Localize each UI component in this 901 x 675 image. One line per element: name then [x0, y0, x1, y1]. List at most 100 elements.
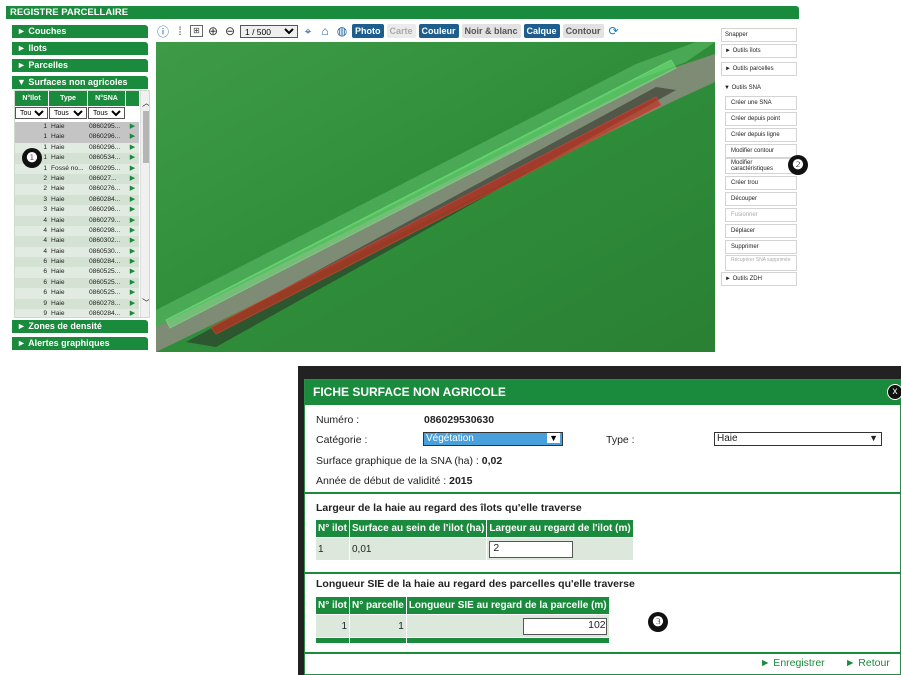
deplacer-button[interactable]: Déplacer	[725, 224, 797, 238]
scale-icon[interactable]: ⊞	[190, 25, 203, 37]
header-sna[interactable]: N°SNA	[88, 91, 126, 106]
refresh-icon[interactable]: ⟳	[607, 24, 621, 38]
table-row[interactable]: 9 Haie 0860284... ▶	[15, 309, 139, 317]
map-view[interactable]	[156, 42, 715, 352]
play-icon[interactable]: ▶	[126, 288, 139, 298]
play-icon[interactable]: ▶	[126, 236, 139, 246]
globe-icon[interactable]: ◍	[335, 24, 349, 38]
enregistrer-link[interactable]: ► Enregistrer	[760, 657, 825, 669]
measure-icon[interactable]: ⁞	[173, 24, 187, 38]
play-icon[interactable]: ▶	[126, 153, 139, 163]
photo-button[interactable]: Photo	[352, 24, 384, 38]
play-icon[interactable]: ▶	[126, 226, 139, 236]
contour-button[interactable]: Contour	[562, 24, 604, 38]
close-icon[interactable]: x	[887, 384, 901, 400]
filter-sna[interactable]: Tous	[88, 107, 125, 119]
snapper-button[interactable]: Snapper	[721, 28, 797, 42]
outils-zdh-toggle[interactable]: ► Outils ZDH	[721, 272, 797, 286]
sna-table: N°Ilot Type N°SNA Tous Tous Tous 1 Haie 08…	[14, 90, 150, 318]
largeur-cell-input: 2	[487, 538, 633, 560]
section-parcelles[interactable]: ► Parcelles	[12, 59, 148, 72]
recuperer-sna-button[interactable]: Récupérer SNA supprimée	[725, 255, 797, 271]
sna-filters: Tous Tous Tous	[15, 107, 139, 120]
play-icon[interactable]: ▶	[126, 267, 139, 277]
table-row[interactable]: 3 Haie 0860296... ▶	[15, 205, 139, 216]
calque-button[interactable]: Calque	[523, 24, 560, 38]
cell-sna: 0860295...	[89, 123, 121, 130]
play-icon[interactable]: ▶	[126, 195, 139, 205]
creer-ligne-button[interactable]: Créer depuis ligne	[725, 128, 797, 142]
decouper-button[interactable]: Découper	[725, 192, 797, 206]
play-icon[interactable]: ▶	[126, 122, 139, 132]
creer-point-button[interactable]: Créer depuis point	[725, 112, 797, 126]
modifier-contour-button[interactable]: Modifier contour	[725, 144, 797, 158]
table-row[interactable]: 4 Haie 0860302... ▶	[15, 236, 139, 247]
header-ilot[interactable]: N°Ilot	[15, 91, 49, 106]
longueur-input[interactable]: 102	[522, 617, 607, 635]
table-row[interactable]: 4 Haie 0860298... ▶	[15, 225, 139, 237]
play-icon[interactable]: ▶	[126, 164, 139, 174]
play-icon[interactable]: ▶	[126, 205, 139, 215]
section-zones[interactable]: ► Zones de densité homogène	[12, 320, 148, 344]
play-icon[interactable]: ▶	[126, 184, 139, 194]
outils-ilots-toggle[interactable]: ► Outils îlots	[721, 44, 797, 58]
table-row[interactable]: 6 Haie 0860525... ▶	[15, 277, 139, 289]
play-icon[interactable]: ▶	[126, 299, 139, 309]
scale-select[interactable]: 1 / 500	[240, 24, 298, 38]
cell-type: Haie	[51, 226, 65, 234]
scroll-thumb[interactable]	[143, 111, 149, 163]
play-icon[interactable]: ▶	[126, 257, 139, 267]
table-row[interactable]: 6 Haie 0860525... ▶	[15, 288, 139, 299]
fusionner-button[interactable]: Fusionner	[725, 208, 797, 222]
filter-ilot[interactable]: Tous	[15, 107, 48, 119]
table-row[interactable]: 2 Haie 086027... ▶	[15, 173, 139, 185]
cell-type: Haie	[51, 206, 65, 214]
home-icon[interactable]: ⌂	[318, 24, 332, 38]
cell-sna: 0860525...	[89, 268, 121, 276]
longueur-cell-ilot: 1	[316, 615, 349, 637]
supprimer-button[interactable]: Supprimer	[725, 240, 797, 254]
play-icon[interactable]: ▶	[126, 278, 139, 288]
scroll-down-icon[interactable]: ﹀	[141, 296, 149, 309]
table-row[interactable]: 2 Haie 0860276... ▶	[15, 184, 139, 195]
noir-blanc-button[interactable]: Noir & blanc	[461, 24, 521, 38]
play-icon[interactable]: ▶	[126, 309, 139, 317]
section-alertes[interactable]: ► Alertes graphiques	[12, 337, 148, 350]
locate-icon[interactable]: ⌖	[301, 24, 315, 39]
table-row[interactable]: 9 Haie 0860278... ▶	[15, 298, 139, 310]
couleur-button[interactable]: Couleur	[418, 24, 459, 38]
table-row[interactable]: 1 Haie 0860295... ▶	[15, 122, 139, 133]
cell-type: Haie	[51, 216, 65, 224]
play-icon[interactable]: ▶	[126, 174, 139, 184]
table-row[interactable]: 6 Haie 0860284... ▶	[15, 257, 139, 268]
table-row[interactable]: 6 Haie 0860525... ▶	[15, 267, 139, 278]
section-sna[interactable]: ▼ Surfaces non agricoles	[12, 76, 148, 89]
retour-link[interactable]: ► Retour	[845, 657, 890, 669]
table-row[interactable]: 3 Haie 0860284... ▶	[15, 194, 139, 206]
creer-sna-button[interactable]: Créer une SNA	[725, 96, 797, 110]
zoom-in-icon[interactable]: ⊕	[206, 24, 220, 38]
header-type[interactable]: Type	[49, 91, 88, 106]
sna-scrollbar[interactable]: ︿ ﹀	[140, 91, 149, 317]
table-row[interactable]: 4 Haie 0860530... ▶	[15, 246, 139, 258]
zoom-out-icon[interactable]: ⊖	[223, 24, 237, 38]
section-couches[interactable]: ► Couches	[12, 25, 148, 38]
type-select[interactable]: Haie ▼	[714, 432, 882, 446]
play-icon[interactable]: ▶	[126, 247, 139, 257]
info-icon[interactable]: ⓘ	[156, 23, 170, 40]
largeur-input[interactable]: 2	[489, 540, 574, 558]
categorie-select[interactable]: Végétation ▼	[423, 432, 563, 446]
outils-parcelles-toggle[interactable]: ► Outils parcelles	[721, 62, 797, 76]
play-icon[interactable]: ▶	[126, 143, 139, 153]
table-row[interactable]: 4 Haie 0860279... ▶	[15, 215, 139, 226]
creer-trou-button[interactable]: Créer trou	[725, 176, 797, 190]
outils-sna-toggle[interactable]: ▼ Outils SNA	[721, 82, 797, 96]
scroll-up-icon[interactable]: ︿	[141, 96, 149, 109]
play-icon[interactable]: ▶	[126, 132, 139, 142]
play-icon[interactable]: ▶	[126, 216, 139, 226]
section-ilots[interactable]: ► Ilots	[12, 42, 148, 55]
table-row[interactable]: 1 Haie 0860296... ▶	[15, 132, 139, 143]
modifier-caracteristiques-button[interactable]: Modifier caractéristiques	[725, 158, 797, 174]
filter-type[interactable]: Tous	[49, 107, 87, 119]
carte-button[interactable]: Carte	[386, 24, 416, 38]
